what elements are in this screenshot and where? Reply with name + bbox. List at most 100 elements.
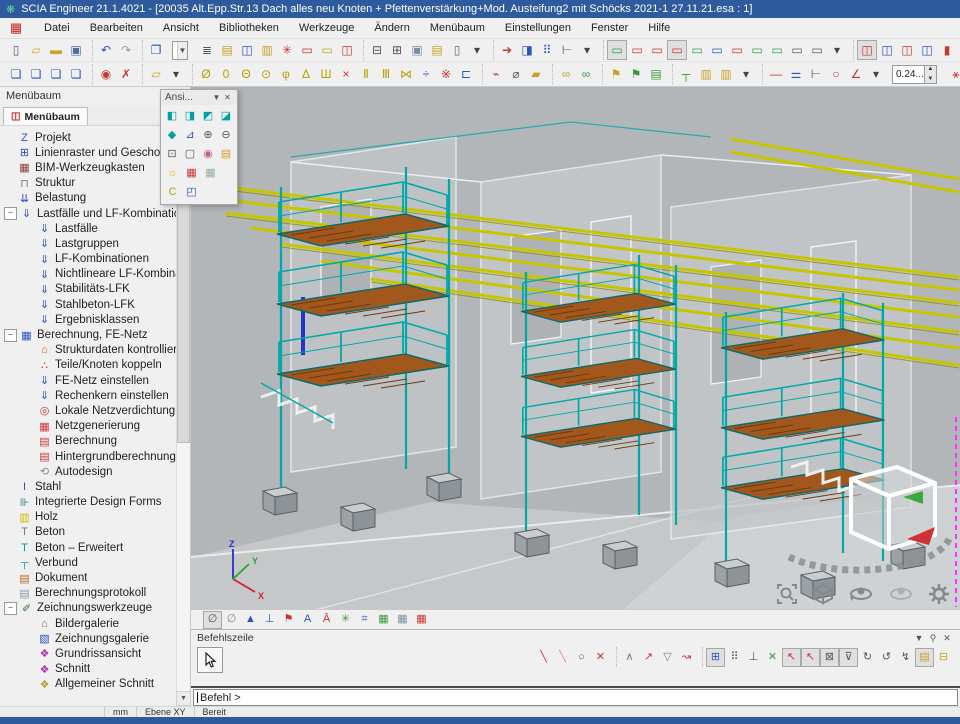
visibility-filter-1-icon[interactable]: ▭: [607, 40, 627, 60]
view-cube-icon[interactable]: [812, 583, 834, 605]
load-marks-icon[interactable]: ⚑: [279, 611, 298, 629]
support-marks-icon[interactable]: ⊥: [260, 611, 279, 629]
menu-fenster[interactable]: Fenster: [581, 18, 638, 38]
view-image-1-icon[interactable]: ▦: [182, 164, 201, 183]
tree-item-connect-members-nodes[interactable]: ∴Teile/Knoten koppeln: [4, 358, 176, 373]
scale-node-icon[interactable]: ⚹: [946, 64, 960, 84]
view-y-icon[interactable]: ◨: [181, 107, 199, 126]
beam-tool-4-icon[interactable]: ⊙: [256, 64, 276, 84]
tree-item-calculation-report[interactable]: ▤Berechnungsprotokoll: [4, 586, 176, 601]
window-cascade-4-icon[interactable]: ❏: [66, 64, 86, 84]
beam-tool-2-icon[interactable]: 0: [216, 64, 236, 84]
tree-item-composite[interactable]: ┬Verbund: [4, 555, 176, 570]
document-app-icon[interactable]: ▦: [6, 20, 26, 36]
window-cascade-3-icon[interactable]: ❏: [46, 64, 66, 84]
beam-tool-1-icon[interactable]: Ø: [196, 64, 216, 84]
snap-tangent-icon[interactable]: ↻: [858, 648, 877, 667]
beam-tool-11-icon[interactable]: ⋈: [396, 64, 416, 84]
menu-ansicht[interactable]: Ansicht: [153, 18, 209, 38]
zoom-window-icon[interactable]: ⊡: [163, 145, 181, 164]
wire-render-icon[interactable]: ∅: [203, 611, 222, 629]
tree-item-local-mesh-refinement[interactable]: ◎Lokale Netzverdichtung: [4, 403, 176, 418]
tree-item-background-calculation[interactable]: ▤Hintergrundberechnung: [4, 449, 176, 464]
properties-2-icon[interactable]: ▥: [716, 64, 736, 84]
node-display-2-icon[interactable]: ◫: [877, 40, 897, 60]
tree-item-document[interactable]: ▤Dokument: [4, 570, 176, 585]
save-image-icon[interactable]: ▣: [407, 40, 427, 60]
print-preview-icon[interactable]: ⊞: [387, 40, 407, 60]
glasses-green-icon[interactable]: ∞: [576, 64, 596, 84]
line-width-spinner[interactable]: 0.24... ▲▼: [892, 65, 937, 84]
glasses-yellow-icon[interactable]: ∞: [556, 64, 576, 84]
dropdown-icon[interactable]: ▾: [166, 64, 186, 84]
redraw-icon[interactable]: ◉: [96, 64, 116, 84]
dimension-h-icon[interactable]: ⊢: [806, 64, 826, 84]
t-section-icon[interactable]: ┬: [676, 64, 696, 84]
print-icon[interactable]: ⊟: [367, 40, 387, 60]
orbit-constrained-icon[interactable]: [888, 583, 914, 605]
dropdown-icon[interactable]: ▾: [866, 64, 886, 84]
dot-grid-icon[interactable]: ⠿: [537, 40, 557, 60]
tree-item-drawing-tools[interactable]: −✐Zeichnungswerkzeuge: [4, 601, 176, 616]
beam-tool-5-icon[interactable]: φ: [276, 64, 296, 84]
visibility-filter-11-icon[interactable]: ▭: [807, 40, 827, 60]
chevron-down-icon[interactable]: ▼: [211, 93, 222, 102]
tree-item-steel[interactable]: IStahl: [4, 479, 176, 494]
gear-icon[interactable]: [928, 583, 950, 605]
panel-menu-chevron-icon[interactable]: ▼: [912, 633, 926, 643]
label-remove-icon[interactable]: Ā: [317, 611, 336, 629]
menu-bibliotheken[interactable]: Bibliotheken: [209, 18, 289, 38]
dropdown-icon[interactable]: ▾: [467, 40, 487, 60]
snap-intersection-icon[interactable]: ⊠: [820, 648, 839, 667]
window-cascade-1-icon[interactable]: ❏: [6, 64, 26, 84]
tree-item-result-classes[interactable]: ⇓Ergebnisklassen: [4, 312, 176, 327]
visibility-filter-5-icon[interactable]: ▭: [687, 40, 707, 60]
polyline-icon[interactable]: ⌁: [486, 64, 506, 84]
tree-item-concrete-lfk[interactable]: ⇓Stahlbeton-LFK: [4, 297, 176, 312]
window-cascade-2-icon[interactable]: ❏: [26, 64, 46, 84]
pin-icon[interactable]: ⚲: [926, 633, 940, 644]
mesh-view-icon[interactable]: ✳: [336, 611, 355, 629]
table-check-icon[interactable]: ◨: [517, 40, 537, 60]
snap-endpoint-2-icon[interactable]: ↖: [801, 648, 820, 667]
dwg-grid-red-icon[interactable]: ▦: [412, 611, 431, 629]
dropdown-icon[interactable]: ▾: [577, 40, 597, 60]
layer-green-icon[interactable]: ▤: [646, 64, 666, 84]
tree-item-general-section[interactable]: ❖Allgemeiner Schnitt: [4, 677, 176, 692]
angle-tool-icon[interactable]: ∠: [846, 64, 866, 84]
menu--ndern[interactable]: Ändern: [364, 18, 419, 38]
clipboard-icon[interactable]: ▥: [257, 40, 277, 60]
zoom-area-icon[interactable]: [776, 583, 798, 605]
menu-einstellungen[interactable]: Einstellungen: [495, 18, 581, 38]
tree-item-calculation[interactable]: ▤Berechnung: [4, 434, 176, 449]
tree-item-loadcase[interactable]: ⇓Lastfälle: [4, 221, 176, 236]
document-icon[interactable]: ▯: [447, 40, 467, 60]
menu-men-baum[interactable]: Menübaum: [420, 18, 495, 38]
measure-icon[interactable]: ⌀: [506, 64, 526, 84]
light-icon[interactable]: ☼: [163, 164, 182, 183]
menu-hilfe[interactable]: Hilfe: [638, 18, 680, 38]
numbering-icon[interactable]: ⌗: [355, 611, 374, 629]
visibility-filter-6-icon[interactable]: ▭: [707, 40, 727, 60]
label-add-icon[interactable]: A: [298, 611, 317, 629]
spinner-arrows-icon[interactable]: ▲▼: [924, 66, 936, 83]
beam-tool-12-icon[interactable]: ÷: [416, 64, 436, 84]
beam-tool-8-icon[interactable]: ×: [336, 64, 356, 84]
tree-item-structure[interactable]: ⊓Struktur: [4, 176, 176, 191]
tree-item-mesh-setup[interactable]: ⇓FE-Netz einstellen: [4, 373, 176, 388]
grid-snap-icon[interactable]: ▤: [915, 648, 934, 667]
line-grid-snap-icon[interactable]: ⊥: [744, 648, 763, 667]
tree-item-plan-view[interactable]: ❖Grundrissansicht: [4, 646, 176, 661]
visibility-filter-3-icon[interactable]: ▭: [647, 40, 667, 60]
render-view-icon[interactable]: ◆: [163, 126, 181, 145]
viewport-3d-model[interactable]: Z X Y: [191, 87, 960, 609]
snap-endpoint-icon[interactable]: ∧: [620, 648, 639, 667]
frame-yellow-icon[interactable]: ▭: [317, 40, 337, 60]
node-display-1-icon[interactable]: ◫: [857, 40, 877, 60]
orbit-icon[interactable]: [848, 583, 874, 605]
snap-line-icon[interactable]: ╲: [534, 648, 553, 667]
snap-line-thin-icon[interactable]: ╲: [553, 648, 572, 667]
snap-point-icon[interactable]: ↗: [639, 648, 658, 667]
visibility-filter-7-icon[interactable]: ▭: [727, 40, 747, 60]
menu-werkzeuge[interactable]: Werkzeuge: [289, 18, 364, 38]
